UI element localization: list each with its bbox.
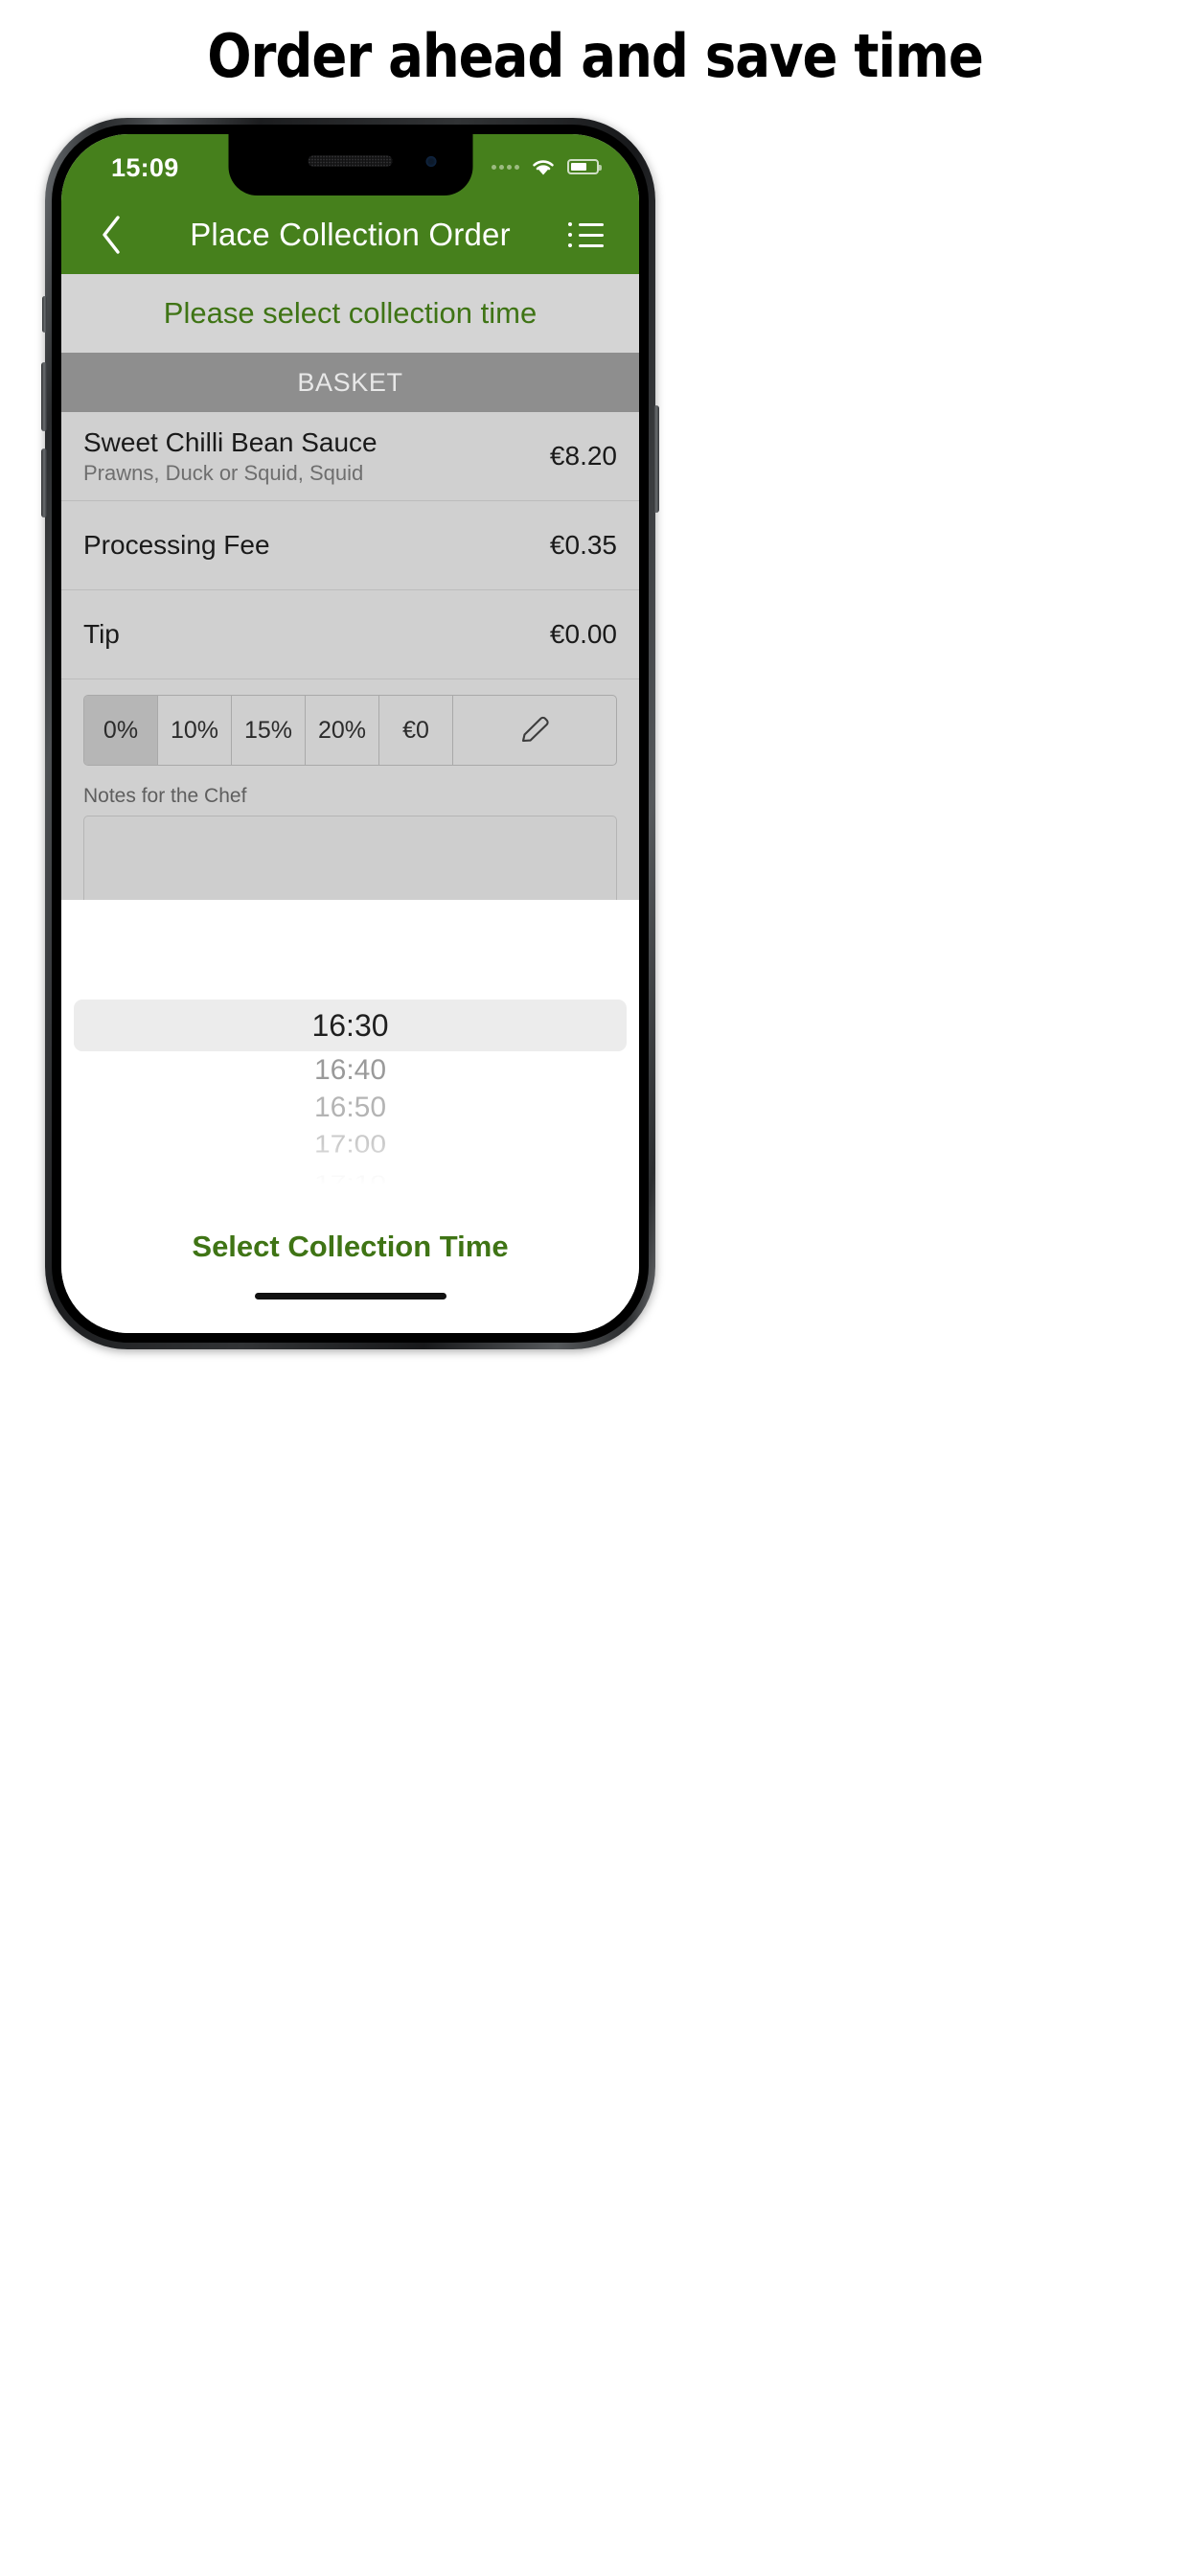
earpiece-speaker-icon [308,155,393,167]
item-price: €0.00 [549,619,617,649]
table-row[interactable]: Processing Fee €0.35 [61,501,639,590]
basket-header-label: BASKET [297,367,403,397]
time-picker-sheet: 16:30 16:40 16:50 17:00 17:10 Select Col… [61,900,639,1333]
tip-edit-button[interactable] [453,696,616,765]
power-button [653,405,659,513]
battery-icon [567,159,602,174]
app-navigation-bar: Place Collection Order [61,196,639,274]
back-button[interactable] [90,214,132,256]
phone-bezel: 15:09 Place Collection Order Please sele… [52,125,649,1343]
time-option[interactable]: 16:40 [61,1051,639,1089]
banner-text: Please select collection time [163,296,538,330]
phone-mockup: 15:09 Place Collection Order Please sele… [41,118,659,1349]
item-subtitle: Prawns, Duck or Squid, Squid [83,460,364,485]
tip-option-custom[interactable]: €0 [379,696,453,765]
time-picker-wheel[interactable]: 16:30 16:40 16:50 17:00 17:10 [61,900,639,1201]
menu-button[interactable] [568,216,610,254]
signal-dots-icon [492,164,519,170]
item-title: Processing Fee [83,530,270,560]
tip-option-10[interactable]: 10% [158,696,232,765]
notes-label: Notes for the Chef [83,785,247,807]
page-title: Order ahead and save time [207,21,984,91]
tip-option-0[interactable]: 0% [84,696,158,765]
chevron-left-icon [103,216,120,254]
select-collection-time-button[interactable]: Select Collection Time [61,1201,639,1293]
basket-section-header: BASKET [61,353,639,412]
collection-time-banner: Please select collection time [61,274,639,353]
silent-switch [42,296,47,333]
page-root: Order ahead and save time 15:09 Place Co… [0,0,1190,2576]
volume-down-button [41,448,47,518]
table-row[interactable]: Sweet Chilli Bean Sauce Prawns, Duck or … [61,412,639,501]
cta-label: Select Collection Time [192,1230,509,1263]
pencil-icon [521,716,549,743]
time-option[interactable]: 16:50 [61,1089,639,1126]
tip-option-20[interactable]: 20% [306,696,379,765]
front-camera-icon [425,156,436,167]
phone-screen: 15:09 Place Collection Order Please sele… [61,134,639,1333]
item-price: €0.35 [549,530,617,560]
table-row[interactable]: Tip €0.00 [61,590,639,679]
home-indicator [61,1293,639,1333]
item-title: Tip [83,619,120,649]
list-menu-icon [568,222,610,226]
status-icons [492,157,602,176]
nav-title: Place Collection Order [190,217,511,252]
wifi-icon [530,157,557,176]
picker-fade-overlay [61,1143,639,1201]
notch [228,134,472,196]
status-time: 15:09 [111,153,179,182]
tip-option-15[interactable]: 15% [232,696,306,765]
item-title: Sweet Chilli Bean Sauce [83,426,378,457]
volume-up-button [41,362,47,431]
tip-selector: 0% 10% 15% 20% €0 [61,679,639,766]
item-price: €8.20 [549,441,617,471]
time-option-selected[interactable]: 16:30 [61,1000,639,1051]
